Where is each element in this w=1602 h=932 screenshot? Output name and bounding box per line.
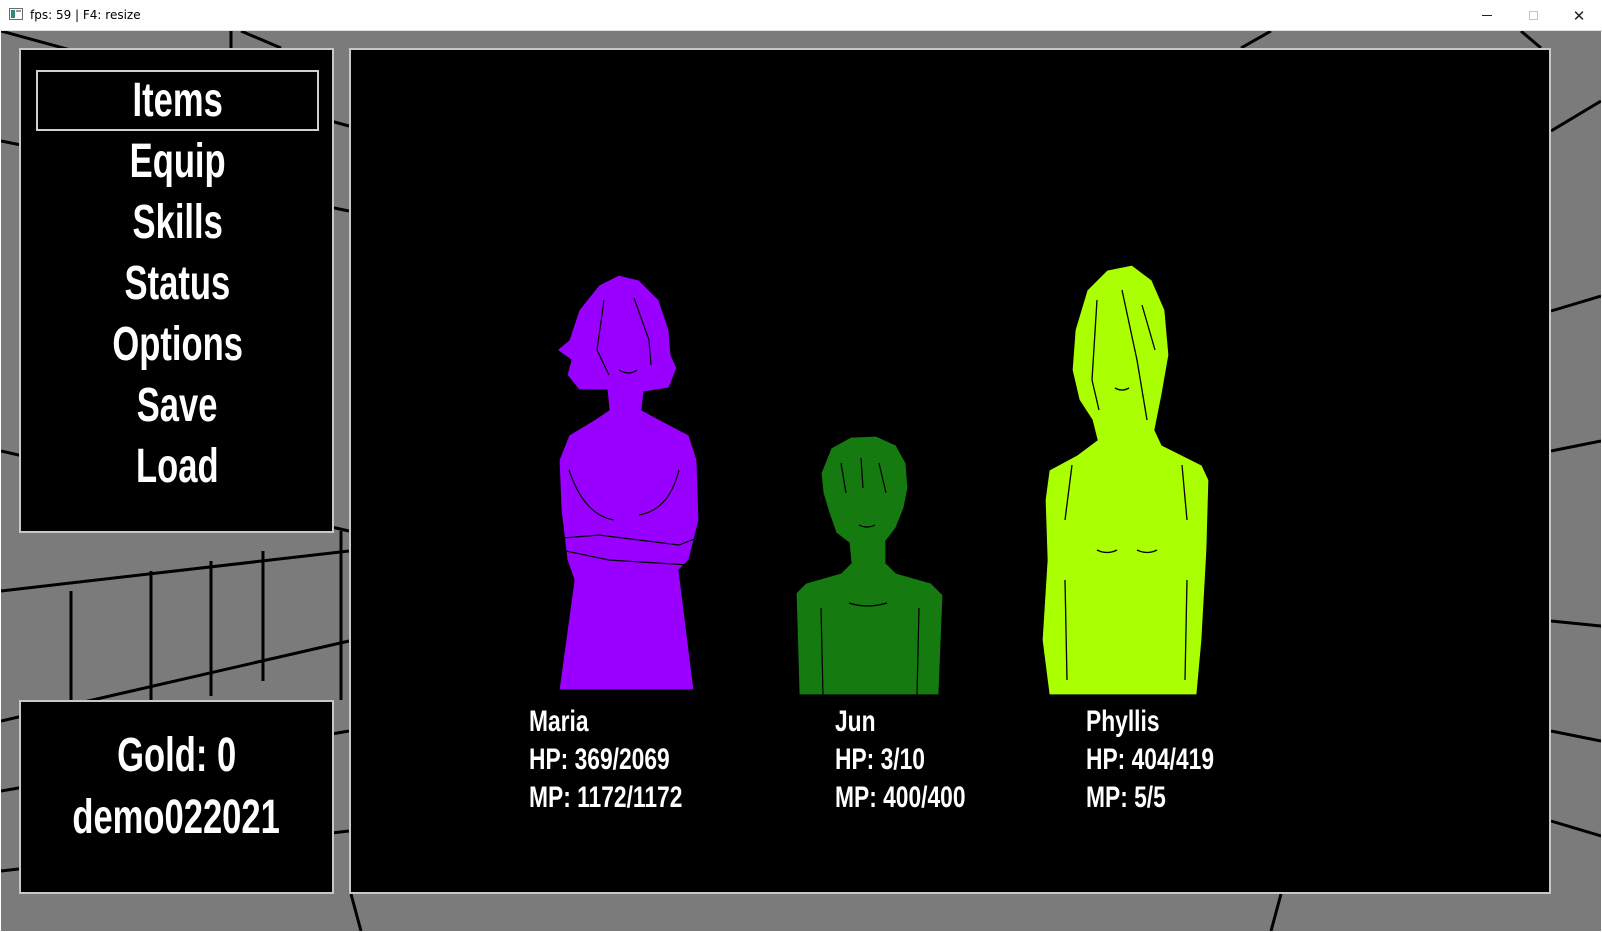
window-titlebar: fps: 59 | F4: resize ✕ <box>0 0 1602 31</box>
menu-item-label: Items <box>132 74 223 127</box>
menu-item-label: Equip <box>129 135 226 188</box>
gold-amount: Gold: 0 <box>21 728 332 783</box>
save-file-name: demo022021 <box>21 790 332 845</box>
member-hp: HP: 369/2069 <box>529 743 670 776</box>
menu-item-save[interactable]: Save <box>36 375 319 436</box>
menu-item-status[interactable]: Status <box>36 253 319 314</box>
menu-item-label: Save <box>137 379 218 432</box>
menu-item-load[interactable]: Load <box>36 436 319 497</box>
party-member-maria[interactable]: Maria HP: 369/2069 MP: 1172/1172 <box>529 705 749 825</box>
menu-item-items[interactable]: Items <box>36 70 319 131</box>
member-name: Maria <box>529 705 589 738</box>
minimize-button[interactable] <box>1464 0 1510 31</box>
window-title: fps: 59 | F4: resize <box>30 8 141 22</box>
gold-label: Gold: 0 <box>116 729 237 782</box>
minimize-icon <box>1482 15 1492 16</box>
save-name-label: demo022021 <box>72 791 281 844</box>
member-mp: MP: 5/5 <box>1086 781 1166 814</box>
menu-item-label: Skills <box>132 196 223 249</box>
party-member-jun[interactable]: Jun HP: 3/10 MP: 400/400 <box>835 705 1055 825</box>
maximize-button[interactable] <box>1510 0 1556 31</box>
main-menu-panel: Items Equip Skills Status Options Save L… <box>19 48 334 533</box>
menu-item-label: Options <box>112 318 243 371</box>
party-member-phyllis[interactable]: Phyllis HP: 404/419 MP: 5/5 <box>1086 705 1306 825</box>
maximize-icon <box>1528 11 1538 20</box>
jun-portrait <box>795 435 944 695</box>
app-icon <box>9 8 23 20</box>
phyllis-portrait <box>1041 264 1210 695</box>
menu-item-skills[interactable]: Skills <box>36 192 319 253</box>
party-panel: Maria HP: 369/2069 MP: 1172/1172 Jun HP:… <box>349 48 1551 894</box>
close-button[interactable]: ✕ <box>1556 0 1602 31</box>
member-hp: HP: 3/10 <box>835 743 925 776</box>
game-viewport: Items Equip Skills Status Options Save L… <box>1 31 1601 931</box>
menu-item-label: Load <box>136 440 219 493</box>
menu-item-options[interactable]: Options <box>36 314 319 375</box>
member-mp: MP: 400/400 <box>835 781 966 814</box>
menu-item-label: Status <box>124 257 231 310</box>
member-name: Phyllis <box>1086 705 1160 738</box>
close-icon: ✕ <box>1572 6 1586 25</box>
menu-item-equip[interactable]: Equip <box>36 131 319 192</box>
maria-portrait <box>556 274 700 691</box>
member-name: Jun <box>835 705 876 738</box>
member-mp: MP: 1172/1172 <box>529 781 683 814</box>
member-hp: HP: 404/419 <box>1086 743 1215 776</box>
gold-info-panel: Gold: 0 demo022021 <box>19 700 334 894</box>
